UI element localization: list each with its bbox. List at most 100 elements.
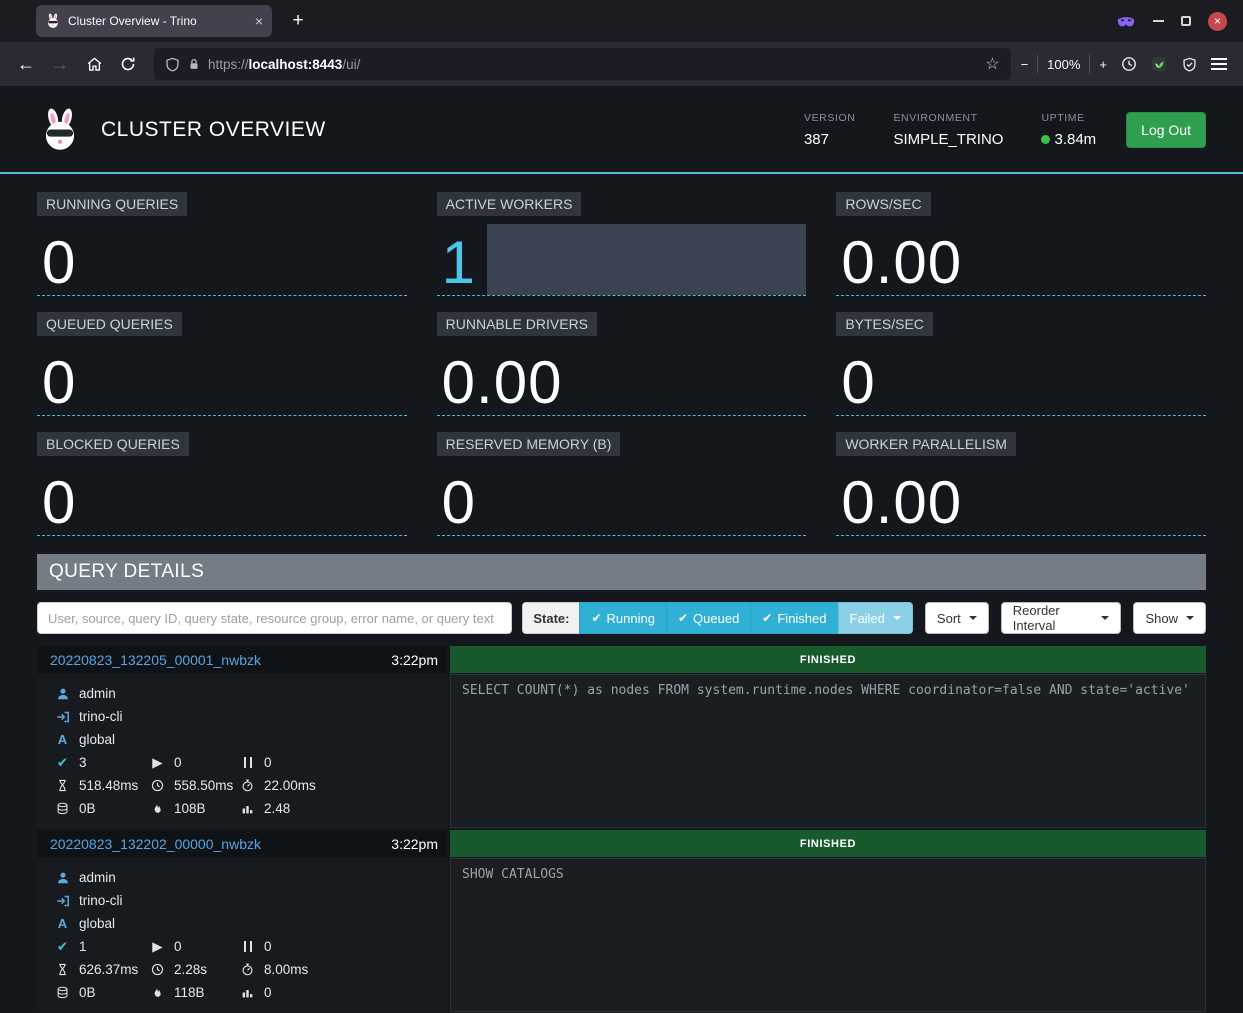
query-time: 3:22pm (391, 652, 438, 668)
cpu-time-icon (240, 963, 255, 976)
back-icon[interactable]: ← (10, 49, 42, 79)
cumulative-memory-value: 108B (174, 801, 206, 816)
history-clock-icon[interactable] (1115, 50, 1143, 78)
extension-icon[interactable] (1145, 50, 1173, 78)
window-close-button[interactable]: × (1208, 12, 1227, 31)
filter-queued-button[interactable]: ✔ Queued (666, 602, 750, 634)
state-filter-label: State: (522, 602, 579, 634)
stat-label: BLOCKED QUERIES (37, 432, 189, 456)
status-dot-icon (1041, 135, 1050, 144)
stat-value: 0.00 (841, 473, 962, 533)
stat-label: ACTIVE WORKERS (437, 192, 582, 216)
stat-value: 0 (442, 473, 476, 533)
stat-tile-rows-sec: ROWS/SEC 0.00 (836, 190, 1206, 296)
stat-tile-queued-queries: QUEUED QUERIES 0 (37, 310, 407, 416)
zoom-in-button[interactable]: + (1099, 57, 1107, 72)
query-user: admin (79, 686, 116, 701)
tab-close-icon[interactable]: × (255, 13, 263, 29)
protection-shield-icon[interactable] (1175, 50, 1203, 78)
sparkline-area (487, 224, 807, 295)
url-bar[interactable]: https://localhost:8443/ui/ ☆ (154, 48, 1011, 80)
stat-value: 1 (442, 233, 476, 293)
parallelism-value: 0 (264, 985, 272, 1000)
home-icon[interactable] (78, 49, 110, 79)
cpu-time-value: 8.00ms (264, 962, 308, 977)
version-value: 387 (804, 131, 855, 148)
reorder-interval-dropdown[interactable]: Reorder Interval (1001, 602, 1122, 634)
queued-splits-value: 0 (264, 939, 272, 954)
query-id-link[interactable]: 20220823_132202_00000_nwbzk (50, 836, 261, 852)
url-path: /ui/ (342, 57, 360, 72)
browser-titlebar: Cluster Overview - Trino × + × (0, 0, 1243, 42)
source-icon (55, 710, 70, 724)
extension-mask-icon[interactable] (1116, 14, 1136, 28)
query-sql: SHOW CATALOGS (450, 858, 1206, 1012)
show-dropdown[interactable]: Show (1133, 602, 1206, 634)
sort-dropdown[interactable]: Sort (925, 602, 989, 634)
stat-value: 0 (841, 353, 875, 413)
query-status-bar: FINISHED (450, 830, 1206, 857)
menu-hamburger-icon[interactable] (1205, 50, 1233, 78)
elapsed-time-clock-icon (150, 779, 165, 792)
stat-label: BYTES/SEC (836, 312, 933, 336)
elapsed-time-value: 558.50ms (174, 778, 233, 793)
stat-label: WORKER PARALLELISM (836, 432, 1016, 456)
stat-tile-blocked-queries: BLOCKED QUERIES 0 (37, 430, 407, 536)
forward-icon[interactable]: → (44, 49, 76, 79)
caret-down-icon (1101, 616, 1109, 620)
check-icon: ✔ (678, 611, 688, 625)
memory-value: 0B (79, 801, 96, 816)
queued-splits-icon (240, 757, 255, 768)
url-scheme: https:// (208, 57, 249, 72)
memory-value: 0B (79, 985, 96, 1000)
cumulative-memory-fire-icon (150, 802, 165, 815)
window-maximize-button[interactable] (1181, 16, 1191, 26)
running-splits-value: 0 (174, 939, 182, 954)
stat-label: RUNNABLE DRIVERS (437, 312, 597, 336)
completed-splits-icon: ✔ (55, 755, 70, 771)
browser-tab[interactable]: Cluster Overview - Trino × (36, 5, 272, 37)
stat-label: QUEUED QUERIES (37, 312, 182, 336)
wall-time-hourglass-icon (55, 779, 70, 792)
url-text: https://localhost:8443/ui/ (208, 57, 360, 72)
reload-icon[interactable] (112, 49, 144, 79)
query-status-label: FINISHED (800, 838, 856, 850)
logout-button[interactable]: Log Out (1126, 112, 1206, 148)
filter-failed-dropdown[interactable]: Failed (838, 602, 913, 634)
zoom-level[interactable]: 100% (1047, 57, 1080, 72)
caret-down-icon (893, 616, 901, 620)
environment-value: SIMPLE_TRINO (893, 131, 1003, 148)
stat-label: ROWS/SEC (836, 192, 930, 216)
query-info-panel: admin trino-cli A global ✔3 ▶0 0 518.48m… (37, 674, 447, 828)
query-search-input[interactable] (37, 602, 512, 634)
wall-time-hourglass-icon (55, 963, 70, 976)
query-time: 3:22pm (391, 836, 438, 852)
cpu-time-value: 22.00ms (264, 778, 316, 793)
parallelism-value: 2.48 (264, 801, 290, 816)
memory-icon (55, 802, 70, 815)
filter-running-button[interactable]: ✔ Running (579, 602, 666, 634)
cumulative-memory-value: 118B (174, 985, 205, 1000)
completed-splits-icon: ✔ (55, 939, 70, 955)
wall-time-value: 626.37ms (79, 962, 138, 977)
stat-label: RUNNING QUERIES (37, 192, 187, 216)
window-minimize-button[interactable] (1153, 20, 1164, 22)
elapsed-time-value: 2.28s (174, 962, 207, 977)
lock-icon[interactable] (187, 57, 201, 71)
trino-favicon-icon (45, 13, 61, 29)
resource-group-icon: A (55, 732, 70, 747)
resource-group-icon: A (55, 916, 70, 931)
cluster-header: CLUSTER OVERVIEW VERSION 387 ENVIRONMENT… (37, 99, 1206, 161)
stat-tile-worker-parallelism: WORKER PARALLELISM 0.00 (836, 430, 1206, 536)
check-icon: ✔ (762, 611, 772, 625)
query-source: trino-cli (79, 709, 123, 724)
query-id-link[interactable]: 20220823_132205_00001_nwbzk (50, 652, 261, 668)
zoom-out-button[interactable]: − (1021, 57, 1029, 72)
stat-tile-bytes-sec: BYTES/SEC 0 (836, 310, 1206, 416)
query-user: admin (79, 870, 116, 885)
filter-finished-button[interactable]: ✔ Finished (750, 602, 837, 634)
bookmark-star-icon[interactable]: ☆ (985, 54, 999, 74)
completed-splits-value: 1 (79, 939, 87, 954)
tracking-shield-icon[interactable] (165, 57, 180, 72)
new-tab-button[interactable]: + (284, 7, 312, 35)
